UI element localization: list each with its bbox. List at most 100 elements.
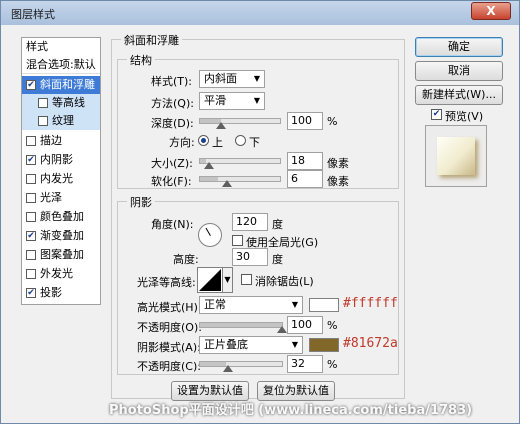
depth-input[interactable]: 100 (287, 112, 323, 130)
ok-button[interactable]: 确定 (415, 37, 503, 57)
list-item-label: 描边 (40, 134, 62, 147)
window-title: 图层样式 (11, 8, 55, 21)
checkbox-inner-shadow[interactable]: ✔ (26, 155, 36, 165)
highlight-opacity-thumb[interactable] (277, 326, 287, 333)
list-item-drop-shadow[interactable]: ✔ 投影 (22, 284, 100, 302)
chevron-down-icon: ▼ (224, 275, 231, 284)
depth-slider-thumb[interactable] (216, 122, 226, 129)
layer-style-dialog: 图层样式 X 样式 混合选项:默认 ✔ 斜面和浮雕 等高线 纹理 描边 ✔ 内阴… (0, 0, 520, 424)
soften-unit: 像素 (327, 175, 349, 188)
shadow-opacity-input[interactable]: 32 (287, 355, 323, 373)
shading-title: 阴影 (127, 194, 155, 210)
highlight-opacity-input[interactable]: 100 (287, 316, 323, 334)
checkbox-gradient-overlay[interactable]: ✔ (26, 231, 36, 241)
checkbox-pattern-overlay[interactable] (26, 250, 36, 260)
list-item-pattern-overlay[interactable]: 图案叠加 (22, 246, 100, 264)
style-select[interactable]: 内斜面 ▼ (199, 70, 265, 88)
list-item-label: 内阴影 (40, 153, 73, 166)
list-item-label: 颜色叠加 (40, 210, 84, 223)
highlight-color-swatch[interactable] (309, 298, 339, 312)
reset-default-button[interactable]: 复位为默认值 (257, 381, 335, 401)
highlight-hex-label: #ffffff (343, 296, 398, 311)
title-bar: 图层样式 X (1, 1, 519, 25)
angle-dial[interactable] (198, 223, 222, 247)
close-button[interactable]: X (471, 2, 511, 20)
chevron-down-icon: ▼ (291, 300, 298, 309)
make-default-button[interactable]: 设置为默认值 (171, 381, 249, 401)
bevel-emboss-title: 斜面和浮雕 (121, 32, 182, 48)
preview-checkbox[interactable]: ✔ (431, 109, 442, 120)
list-item-color-overlay[interactable]: 颜色叠加 (22, 208, 100, 226)
highlight-mode-select[interactable]: 正常 ▼ (199, 296, 303, 314)
angle-label: 角度(N): (151, 218, 194, 231)
checkbox-satin[interactable] (26, 193, 36, 203)
gloss-contour-label: 光泽等高线: (137, 276, 196, 289)
highlight-opacity-slider[interactable] (199, 322, 283, 328)
shadow-opacity-slider[interactable] (199, 361, 283, 367)
checkbox-texture[interactable] (38, 116, 48, 126)
list-item-satin[interactable]: 光泽 (22, 189, 100, 207)
style-preview (425, 125, 487, 187)
list-item-texture[interactable]: 纹理 (22, 112, 100, 130)
soften-slider-thumb[interactable] (222, 180, 232, 187)
blending-options-label: 混合选项:默认 (26, 58, 96, 71)
gloss-contour-swatch[interactable] (197, 267, 223, 293)
list-item-label: 等高线 (52, 96, 85, 109)
list-item-label: 渐变叠加 (40, 229, 84, 242)
new-style-button[interactable]: 新建样式(W)... (415, 85, 503, 105)
style-list: 样式 混合选项:默认 ✔ 斜面和浮雕 等高线 纹理 描边 ✔ 内阴影 内发光 光… (21, 37, 101, 305)
watermark-text: PhotoShop平面设计吧 (www.lineca.com/tieba/178… (109, 403, 473, 418)
direction-label: 方向: (169, 136, 195, 149)
checkbox-inner-glow[interactable] (26, 174, 36, 184)
styles-header-label: 样式 (26, 40, 48, 53)
shadow-mode-select[interactable]: 正片叠底 ▼ (199, 336, 303, 354)
size-label: 大小(Z): (151, 157, 193, 170)
list-item-label: 纹理 (52, 114, 74, 127)
checkbox-bevel[interactable]: ✔ (26, 80, 36, 90)
anti-alias-label: 消除锯齿(L) (255, 275, 314, 288)
list-item-label: 外发光 (40, 267, 73, 280)
list-item-label: 光泽 (40, 191, 62, 204)
direction-up-radio[interactable] (198, 135, 209, 146)
anti-alias-checkbox[interactable] (241, 274, 252, 285)
list-item-inner-shadow[interactable]: ✔ 内阴影 (22, 151, 100, 169)
checkbox-outer-glow[interactable] (26, 269, 36, 279)
soften-slider[interactable] (199, 176, 281, 182)
technique-select-value: 平滑 (204, 94, 226, 107)
chevron-down-icon: ▼ (253, 74, 260, 83)
technique-select[interactable]: 平滑 ▼ (199, 92, 265, 110)
size-slider-thumb[interactable] (204, 162, 214, 169)
blending-options-item[interactable]: 混合选项:默认 (22, 56, 100, 74)
list-item-label: 内发光 (40, 172, 73, 185)
styles-header[interactable]: 样式 (22, 38, 100, 56)
checkbox-drop-shadow[interactable]: ✔ (26, 288, 36, 298)
depth-slider[interactable] (199, 118, 281, 124)
list-item-stroke[interactable]: 描边 (22, 132, 100, 150)
shadow-color-swatch[interactable] (309, 338, 339, 352)
list-item-outer-glow[interactable]: 外发光 (22, 265, 100, 283)
list-item-bevel[interactable]: ✔ 斜面和浮雕 (22, 76, 100, 94)
angle-dial-needle (205, 227, 211, 236)
altitude-input[interactable]: 30 (232, 248, 268, 266)
contour-dropdown-arrow[interactable]: ▼ (223, 267, 233, 293)
chevron-down-icon: ▼ (253, 96, 260, 105)
list-item-inner-glow[interactable]: 内发光 (22, 170, 100, 188)
direction-down-radio[interactable] (235, 135, 246, 146)
list-item-gradient-overlay[interactable]: ✔ 渐变叠加 (22, 227, 100, 245)
soften-input[interactable]: 6 (287, 170, 323, 188)
angle-unit: 度 (272, 218, 283, 231)
soften-slider-fill (200, 177, 218, 181)
list-item-contour[interactable]: 等高线 (22, 94, 100, 112)
size-input[interactable]: 18 (287, 152, 323, 170)
cancel-button[interactable]: 取消 (415, 61, 503, 81)
preview-label: 预览(V) (445, 110, 484, 123)
shadow-mode-label: 阴影模式(A): (137, 341, 201, 354)
altitude-label: 高度: (173, 253, 199, 266)
shadow-opacity-unit: % (327, 358, 338, 371)
checkbox-color-overlay[interactable] (26, 212, 36, 222)
angle-input[interactable]: 120 (232, 213, 268, 231)
checkbox-contour[interactable] (38, 98, 48, 108)
global-light-checkbox[interactable] (232, 235, 243, 246)
checkbox-stroke[interactable] (26, 136, 36, 146)
shadow-opacity-thumb[interactable] (223, 365, 233, 372)
